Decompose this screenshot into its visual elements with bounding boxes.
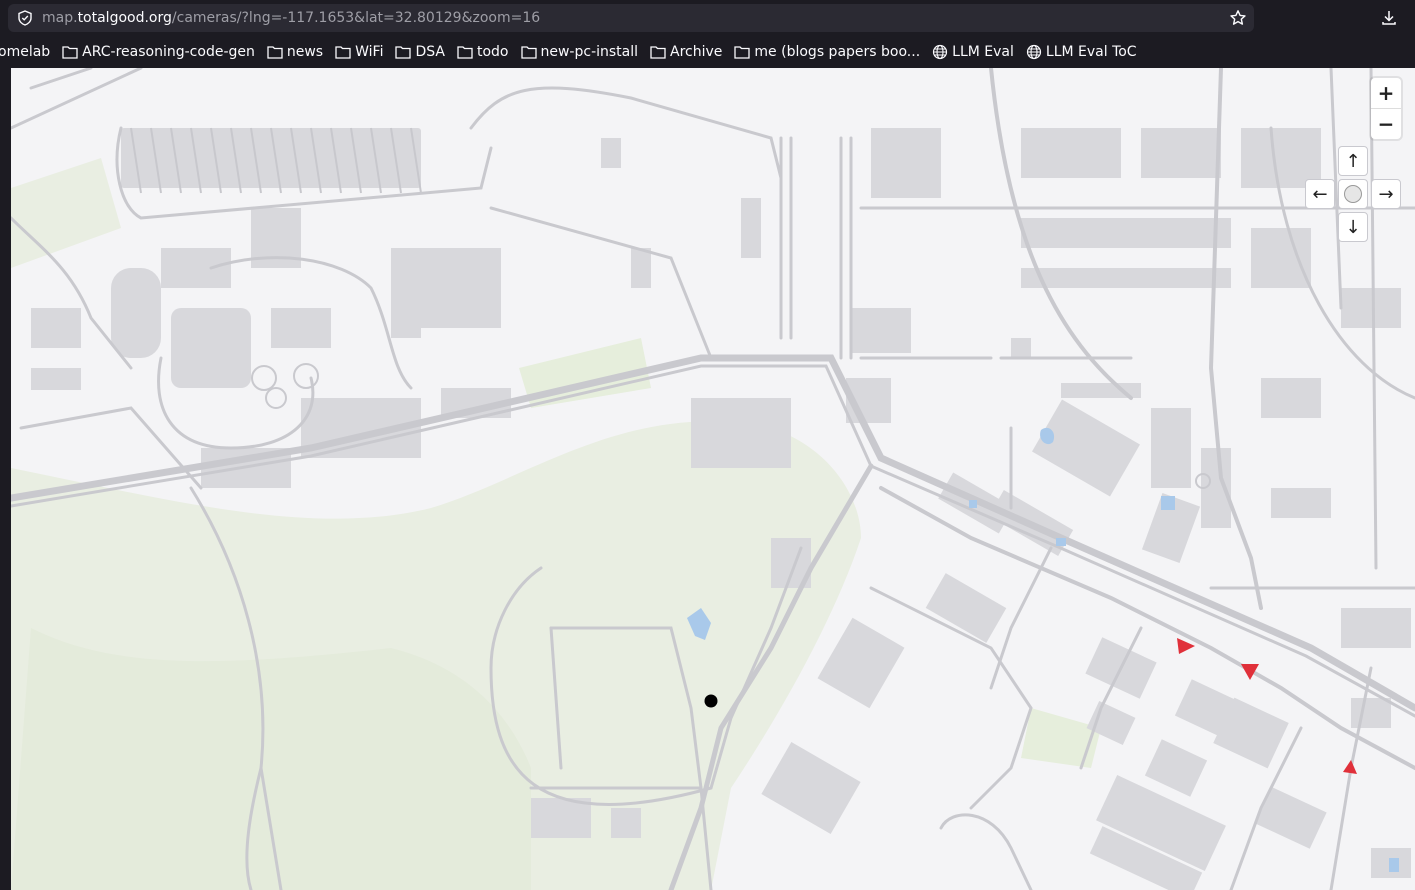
zoom-in-button[interactable]: + bbox=[1371, 78, 1401, 108]
bookmark-label: me (blogs papers boo... bbox=[754, 44, 921, 60]
bookmark-llm-eval[interactable]: LLM Eval bbox=[932, 44, 1014, 60]
shield-icon[interactable] bbox=[8, 10, 42, 26]
url-prefix: map. bbox=[42, 10, 78, 26]
bookmark-label: ARC-reasoning-code-gen bbox=[82, 44, 255, 60]
bookmark-label: omelab bbox=[0, 44, 51, 60]
recenter-button[interactable] bbox=[1338, 179, 1368, 209]
globe-icon bbox=[933, 44, 948, 60]
bookmark-folder-news[interactable]: news bbox=[267, 44, 323, 60]
bookmarks-bar: omelab ARC-reasoning-code-gen news WiFi … bbox=[0, 36, 1415, 68]
pan-up-button[interactable]: ↑ bbox=[1338, 146, 1368, 176]
folder-icon bbox=[395, 46, 412, 59]
park-area bbox=[11, 158, 121, 268]
bookmark-folder-todo[interactable]: todo bbox=[457, 44, 509, 60]
folder-icon bbox=[457, 46, 473, 59]
bookmark-folder-arc[interactable]: ARC-reasoning-code-gen bbox=[62, 44, 255, 60]
bookmark-homelab[interactable]: omelab bbox=[0, 44, 50, 60]
globe-icon bbox=[1026, 44, 1041, 60]
folder-icon bbox=[734, 46, 751, 59]
zoom-controls: + − bbox=[1371, 78, 1401, 139]
map-canvas[interactable]: + − ↑ ← → ↓ bbox=[11, 68, 1415, 890]
bookmark-folder-me[interactable]: me (blogs papers boo... bbox=[734, 44, 920, 60]
folder-icon bbox=[335, 46, 351, 59]
bookmark-label: DSA bbox=[415, 44, 445, 60]
bookmark-label: new-pc-install bbox=[540, 44, 639, 60]
bookmark-star-icon[interactable] bbox=[1228, 8, 1248, 28]
pan-right-button[interactable]: → bbox=[1371, 179, 1401, 209]
address-bar[interactable]: map.totalgood.org/cameras/?lng=-117.1653… bbox=[8, 4, 1254, 32]
folder-icon bbox=[520, 46, 537, 59]
park-area bbox=[1021, 708, 1101, 768]
pan-left-button[interactable]: ← bbox=[1305, 179, 1335, 209]
bookmark-label: Archive bbox=[670, 44, 723, 60]
camera-marker bbox=[1343, 760, 1357, 774]
recenter-circle-icon bbox=[1344, 185, 1362, 203]
bookmark-label: WiFi bbox=[355, 44, 384, 60]
url-path: /cameras/?lng=-117.1653&lat=32.80129&zoo… bbox=[171, 10, 541, 26]
pan-down-button[interactable]: ↓ bbox=[1338, 212, 1368, 242]
folder-icon bbox=[650, 46, 666, 59]
bookmark-label: LLM Eval ToC bbox=[1045, 44, 1137, 60]
url-text[interactable]: map.totalgood.org/cameras/?lng=-117.1653… bbox=[42, 10, 540, 26]
bookmark-label: LLM Eval bbox=[952, 44, 1014, 60]
url-domain: totalgood.org bbox=[77, 10, 172, 26]
bookmark-folder-dsa[interactable]: DSA bbox=[395, 44, 445, 60]
map-tiles[interactable] bbox=[11, 68, 1415, 890]
bookmark-label: todo bbox=[476, 44, 509, 60]
bookmark-label: news bbox=[286, 44, 324, 60]
location-marker bbox=[704, 694, 718, 708]
download-icon[interactable] bbox=[1378, 7, 1400, 29]
folder-icon bbox=[62, 46, 78, 59]
folder-icon bbox=[267, 46, 283, 59]
bookmark-folder-new-pc-install[interactable]: new-pc-install bbox=[520, 44, 639, 60]
zoom-out-button[interactable]: − bbox=[1371, 108, 1401, 139]
bookmark-llm-eval-toc[interactable]: LLM Eval ToC bbox=[1026, 44, 1137, 60]
bookmark-folder-wifi[interactable]: WiFi bbox=[335, 44, 383, 60]
bookmark-folder-archive[interactable]: Archive bbox=[650, 44, 722, 60]
browser-toolbar: map.totalgood.org/cameras/?lng=-117.1653… bbox=[0, 0, 1415, 36]
